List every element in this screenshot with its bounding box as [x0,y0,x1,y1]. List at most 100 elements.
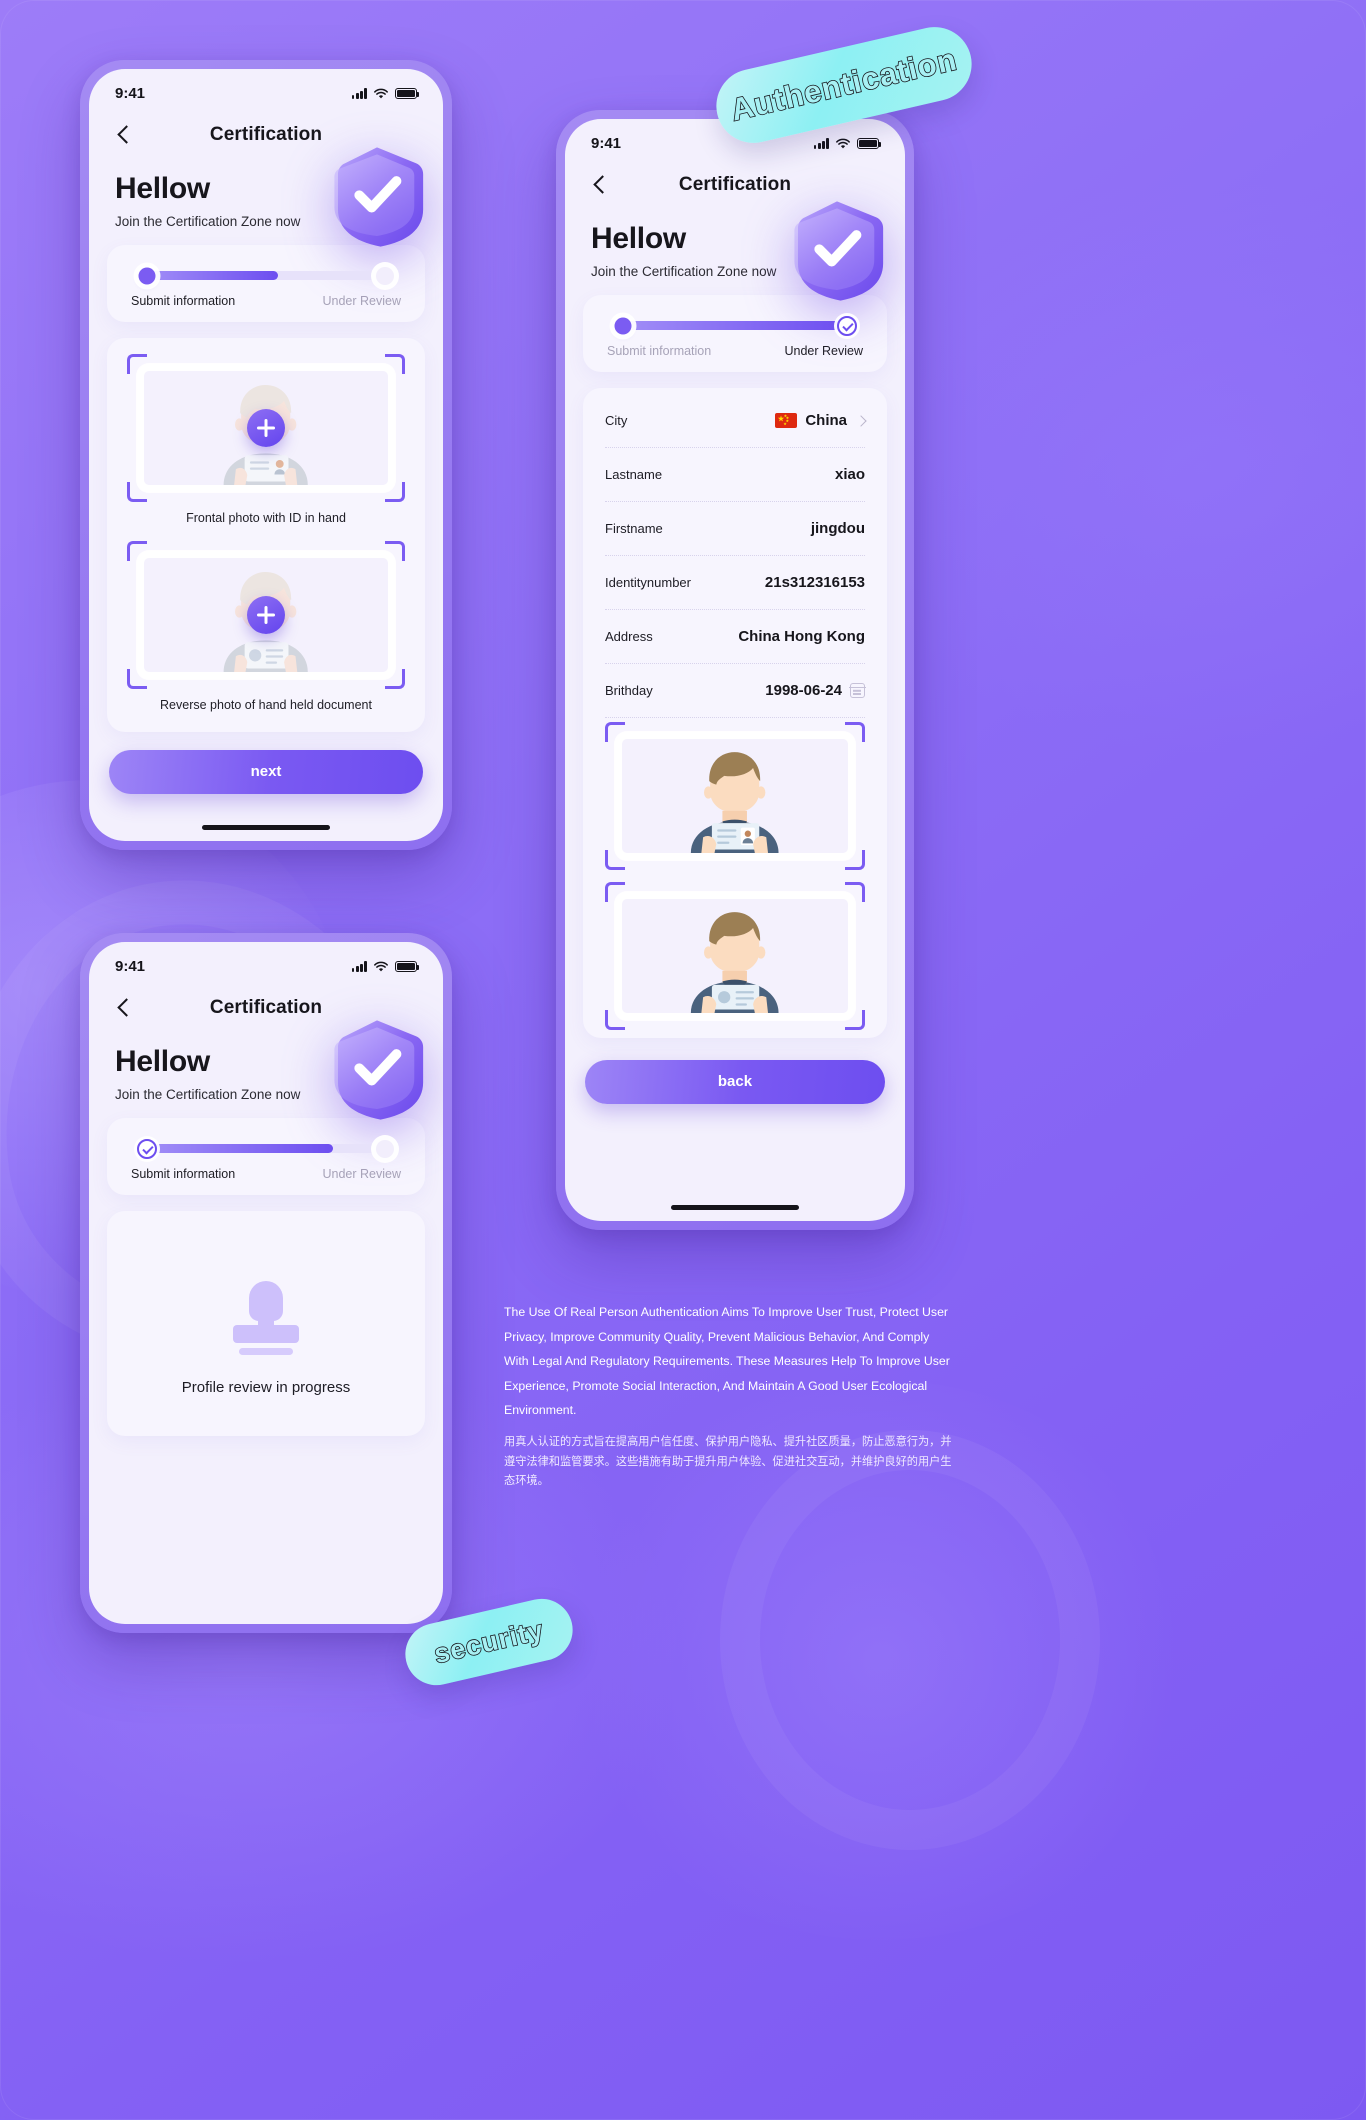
info-label: Identitynumber [605,575,691,590]
status-time: 9:41 [115,958,146,975]
hero-subtitle: Join the Certification Zone now [591,264,777,279]
progress-step-submit: Submit information [131,294,236,308]
info-label: Firstname [605,521,663,536]
info-row-address[interactable]: Address China Hong Kong [605,610,865,664]
progress-track [137,1138,394,1159]
upload-slot-front[interactable] [127,354,405,502]
status-time: 9:41 [115,85,146,102]
info-value: xiao [834,466,865,483]
add-photo-plus-icon[interactable] [247,596,285,634]
progress-knob-end[interactable] [376,266,394,285]
wifi-icon [374,88,388,98]
info-value: jingdou [810,520,865,537]
wifi-icon [374,961,388,971]
info-row-brithday[interactable]: Brithday 1998-06-24 [605,664,866,718]
hero-subtitle: Join the Certification Zone now [115,1087,301,1102]
progress-labels: Submit information Under Review [127,1167,405,1181]
progress-step-submit: Submit information [131,1167,236,1181]
photo-preview-front [615,732,855,860]
progress-labels: Submit information Under Review [603,344,867,358]
back-chevron-left-icon[interactable] [113,997,135,1019]
calendar-icon[interactable] [849,683,866,698]
stamp-icon [127,1281,405,1357]
phone-mockup-review: 9:41 Certification Hellow Join the Certi… [556,110,914,1230]
decorative-ring [720,1430,1100,1850]
footer-text-english: The Use Of Real Person Authentication Ai… [504,1305,950,1418]
nav-bar: Certification [89,112,443,158]
progress-track [138,266,394,285]
info-value: China [805,412,847,429]
progress-fill [147,271,278,280]
back-chevron-left-icon[interactable] [113,124,135,146]
identity-info-card: City ★ ★ ★ ★ ★ China Lastname xiao Firstname [583,388,887,1038]
photo-slot-front[interactable] [605,722,865,870]
footer-description: The Use Of Real Person Authentication Ai… [504,1300,954,1492]
cellular-signal-icon [351,88,367,99]
progress-step-submit: Submit information [607,344,712,358]
progress-step-review: Under Review [784,344,863,358]
info-value: 21s312316153 [764,574,865,591]
hero-subtitle: Join the Certification Zone now [115,214,301,229]
progress-card: Submit information Under Review [583,295,887,372]
hero-title: Hellow [591,222,686,255]
upload-preview-front [137,364,395,492]
review-caption: Profile review in progress [181,1379,351,1396]
progress-knob-start[interactable] [138,267,156,284]
progress-fill [147,1144,333,1153]
battery-icon [395,88,420,99]
review-status-card: Profile review in progress [107,1211,425,1436]
back-chevron-left-icon[interactable] [589,174,611,196]
info-value-wrap: 1998-06-24 [765,682,866,699]
add-photo-plus-icon[interactable] [247,409,285,447]
progress-step-review: Under Review [322,1167,401,1181]
hero-section: Hellow Join the Certification Zone now [89,147,443,247]
info-label: Brithday [605,683,653,698]
progress-card: Submit information Under Review [107,245,425,322]
info-row-city[interactable]: City ★ ★ ★ ★ ★ China [605,394,867,448]
upload-preview-reverse [137,551,395,679]
person-holding-id-reverse-icon [691,912,779,1013]
status-time: 9:41 [591,135,622,152]
phone1-screen: 9:41 Certification Hellow Join the Certi… [89,69,443,841]
photo-slot-reverse[interactable] [605,882,865,1030]
info-value: China Hong Kong [738,628,865,645]
progress-card: Submit information Under Review [107,1118,425,1195]
hero-title: Hellow [115,1045,210,1078]
info-row-identitynumber[interactable]: Identitynumber 21s312316153 [605,556,865,610]
home-indicator [202,825,330,830]
page-title: Certification [209,124,323,145]
canvas: 9:41 Certification Hellow Join the Certi… [0,0,1366,2120]
upload-slot-reverse[interactable] [127,541,405,689]
progress-knob-end[interactable] [837,315,857,336]
progress-knob-start[interactable] [614,317,632,334]
nav-bar: Certification [565,162,905,208]
battery-icon [857,138,882,149]
phone-mockup-progress: 9:41 Certification Hellow Join the Certi… [80,933,452,1633]
progress-knob-start[interactable] [137,1138,157,1159]
upload-caption-reverse: Reverse photo of hand held document [160,698,372,712]
hero-section: Hellow Join the Certification Zone now [89,1020,443,1120]
progress-fill [623,321,847,330]
nav-bar: Certification [89,985,443,1031]
info-label: City [605,413,628,428]
sticker-authentication-label: Authentication [727,41,962,129]
info-value: 1998-06-24 [765,682,842,699]
footer-text-chinese: 用真人认证的方式旨在提高用户信任度、保护用户隐私、提升社区质量，防止恶意行为，并… [504,1435,952,1488]
hero-title: Hellow [115,172,210,205]
info-row-lastname[interactable]: Lastname xiao [605,448,865,502]
next-button[interactable]: next [109,750,423,794]
info-row-firstname[interactable]: Firstname jingdou [605,502,865,556]
page-title: Certification [209,997,323,1018]
upload-card: Frontal photo with ID in hand Reverse ph… [107,338,425,732]
progress-knob-end[interactable] [376,1139,394,1158]
cellular-signal-icon [351,961,367,972]
photo-preview-reverse [615,892,855,1020]
page-title: Certification [678,174,792,195]
info-value-wrap: ★ ★ ★ ★ ★ China [775,412,867,429]
home-indicator [671,1205,799,1210]
wifi-icon [836,138,850,148]
person-holding-id-front-icon [691,752,779,853]
phone2-screen: 9:41 Certification Hellow Join the Certi… [565,119,905,1221]
upload-caption-front: Frontal photo with ID in hand [186,511,346,525]
back-button[interactable]: back [585,1060,885,1104]
